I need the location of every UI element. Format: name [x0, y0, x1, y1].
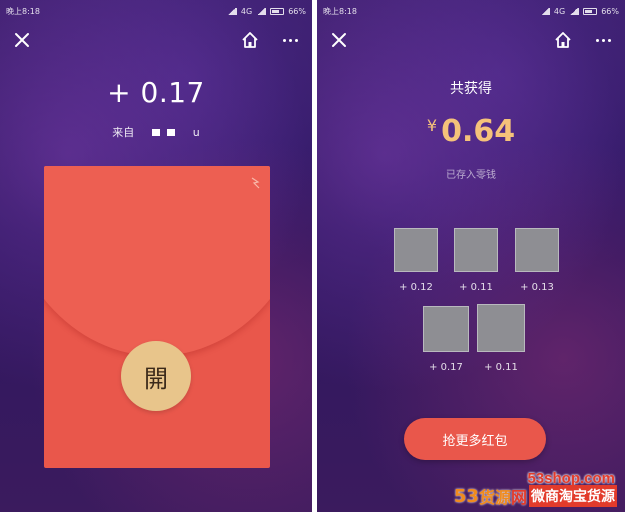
grab-more-envelopes-button[interactable]: 抢更多红包: [404, 418, 546, 460]
network-type: 4G: [553, 6, 566, 16]
watermark-number: 53: [453, 485, 479, 507]
gift-amount: + 0.11: [459, 282, 493, 293]
more-button[interactable]: [278, 28, 302, 52]
gift-item[interactable]: + 0.11: [475, 304, 527, 373]
network-type: 4G: [240, 6, 253, 16]
right-phone-screen: 晚上8:18 4G 66% 共获得 ¥ 0.64 已存入零钱 + 0.12 + …: [317, 0, 625, 512]
home-button[interactable]: [551, 28, 575, 52]
sender-name: u: [192, 126, 200, 139]
sender-avatar: [394, 228, 438, 272]
total-title: 共获得: [450, 81, 492, 97]
status-time: 晚上8:18: [323, 6, 357, 16]
sender-avatar: [515, 228, 559, 272]
gift-amount: + 0.12: [399, 282, 433, 293]
saved-to-wallet-note: 已存入零钱: [446, 170, 496, 181]
close-button[interactable]: [10, 28, 34, 52]
sender-line: 来自 u: [0, 124, 312, 140]
sender-avatar: [477, 304, 525, 352]
more-icon: [595, 38, 611, 42]
status-time: 晚上8:18: [6, 6, 40, 16]
watermark-net: 网: [510, 488, 527, 507]
gift-item[interactable]: + 0.11: [450, 228, 502, 293]
more-icon: [282, 38, 298, 42]
close-icon: [15, 33, 29, 47]
gift-amount: + 0.17: [429, 362, 463, 373]
watermark-subtitle: 微商淘宝货源: [529, 485, 617, 507]
close-button[interactable]: [327, 28, 351, 52]
sender-avatar: [454, 228, 498, 272]
sender-label: 来自: [112, 126, 135, 139]
gift-amount: + 0.13: [520, 282, 554, 293]
status-bar: 晚上8:18 4G 66%: [0, 0, 312, 22]
sender-name-redacted: [167, 129, 176, 136]
battery-icon: [583, 7, 598, 15]
open-envelope-button[interactable]: 開: [121, 341, 191, 411]
currency-symbol: ¥: [426, 116, 438, 135]
signal-icon: [226, 7, 237, 15]
top-nav-bar: [0, 24, 312, 56]
watermark-name: 货源: [478, 488, 511, 507]
total-amount: ¥0.64: [317, 114, 625, 149]
gift-amount: + 0.11: [484, 362, 518, 373]
sender-avatar: [423, 306, 469, 352]
signal-icon: [539, 7, 550, 15]
signal-strength-icon: [256, 7, 267, 15]
watermark-brand: 53 货源 网 微商淘宝货源: [454, 484, 617, 508]
received-amount: + 0.17: [107, 76, 205, 109]
left-phone-screen: 晚上8:18 4G 66% + 0.17 来自 u 開: [0, 0, 312, 512]
status-bar: 晚上8:18 4G 66%: [317, 0, 625, 22]
gift-item[interactable]: + 0.12: [390, 228, 442, 293]
red-envelope: 開: [44, 166, 270, 468]
gift-item[interactable]: + 0.17: [420, 306, 472, 373]
stage: 晚上8:18 4G 66% + 0.17 来自 u 開 晚上8:18 4G 66…: [0, 0, 625, 512]
home-icon: [555, 32, 571, 48]
envelope-fold-icon: [250, 176, 262, 194]
battery-level: 66%: [601, 6, 619, 16]
more-button[interactable]: [591, 28, 615, 52]
home-icon: [242, 32, 258, 48]
gift-item[interactable]: + 0.13: [511, 228, 563, 293]
status-icons: 4G 66%: [539, 6, 619, 16]
total-amount-value: 0.64: [441, 114, 516, 149]
signal-strength-icon: [569, 7, 580, 15]
battery-level: 66%: [288, 6, 306, 16]
top-nav-bar: [317, 24, 625, 56]
sender-name-redacted: [151, 129, 160, 136]
close-icon: [332, 33, 346, 47]
battery-icon: [270, 7, 285, 15]
home-button[interactable]: [238, 28, 262, 52]
envelope-flap: [44, 166, 270, 356]
status-icons: 4G 66%: [226, 6, 306, 16]
